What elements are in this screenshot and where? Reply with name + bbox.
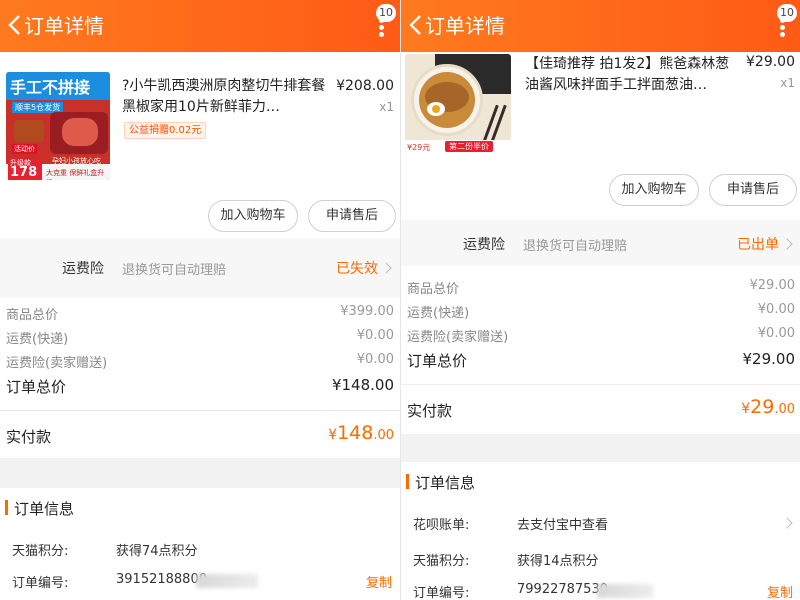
shipping-insurance-desc: 退换货可自动理赔 xyxy=(122,263,227,278)
apply-after-sale-button[interactable]: 申请售后 xyxy=(709,174,797,206)
header-bar: 订单详情 10 xyxy=(401,0,800,52)
chevron-right-icon[interactable] xyxy=(781,517,793,529)
apply-after-sale-button[interactable]: 申请售后 xyxy=(308,200,396,232)
product-thumbnail[interactable]: ¥29元 第二份半价 xyxy=(405,54,511,156)
copy-order-number-button[interactable]: 复制 xyxy=(366,572,392,591)
paid-amount-label: 实付款 xyxy=(407,402,453,420)
product-price: ¥208.00 xyxy=(336,78,394,94)
shipping-insurance-row[interactable]: 运费险 退换货可自动理赔 已失效 xyxy=(0,238,400,298)
header-bar: 订单详情 10 xyxy=(0,0,400,52)
add-to-cart-button[interactable]: 加入购物车 xyxy=(208,200,298,232)
thumb-sticker: 活动价 xyxy=(12,144,37,154)
add-to-cart-button[interactable]: 加入购物车 xyxy=(609,174,699,206)
order-number-value: 39152188800 xyxy=(116,572,207,587)
order-number-label: 订单编号: xyxy=(413,586,470,600)
product-thumbnail[interactable]: 手工不拼接 顺丰5仓发货 活动价 孕妇小孩放心吃 升级款 178 大克重 保鲜礼… xyxy=(6,72,110,180)
huabei-bill-label: 花呗账单: xyxy=(413,518,470,533)
message-count-badge: 10 xyxy=(376,4,396,22)
shipping-insurance-label: 运费险 xyxy=(463,237,505,253)
shipping-fee-row: 运费(快递) ¥0.00 xyxy=(407,302,795,321)
product-card: 手工不拼接 顺丰5仓发货 活动价 孕妇小孩放心吃 升级款 178 大克重 保鲜礼… xyxy=(0,52,400,238)
section-gap xyxy=(401,434,800,462)
redacted-blur xyxy=(597,584,653,598)
order-total-label: 订单总价 xyxy=(6,378,67,396)
price-summary: 商品总价 ¥29.00 运费(快递) ¥0.00 运费险(卖家赠送) ¥0.00… xyxy=(401,266,800,434)
tmall-points-value: 获得74点积分 xyxy=(116,544,198,559)
order-info-section: 订单信息 天猫积分: 获得74点积分 订单编号: 39152188800 复制 xyxy=(0,488,400,600)
insurance-fee-row: 运费险(卖家赠送) ¥0.00 xyxy=(6,352,394,371)
page-title: 订单详情 xyxy=(24,14,104,38)
copy-order-number-button[interactable]: 复制 xyxy=(767,582,793,600)
order-number-label: 订单编号: xyxy=(12,576,69,591)
product-card: ¥29元 第二份半价 【佳琦推荐 拍1发2】熊爸森林葱油酱风味拌面手工拌面葱油…… xyxy=(401,52,800,220)
insurance-fee-label: 运费险(卖家赠送) xyxy=(6,356,108,371)
huabei-bill-value[interactable]: 去支付宝中查看 xyxy=(517,514,608,533)
goods-total-value: ¥29.00 xyxy=(749,278,796,293)
product-name[interactable]: ?小牛凯西澳洲原肉整切牛排套餐黑椒家用10片新鲜菲力… xyxy=(122,76,326,118)
goods-total-label: 商品总价 xyxy=(407,282,460,297)
order-info-title: 订单信息 xyxy=(4,500,75,518)
goods-total-row: 商品总价 ¥399.00 xyxy=(6,304,394,323)
divider xyxy=(0,410,400,411)
chevron-right-icon xyxy=(781,238,793,250)
product-name[interactable]: 【佳琦推荐 拍1发2】熊爸森林葱油酱风味拌面手工拌面葱油… xyxy=(525,54,735,96)
thumb-deal-price: 178 xyxy=(10,165,38,180)
price-summary: 商品总价 ¥399.00 运费(快递) ¥0.00 运费险(卖家赠送) ¥0.0… xyxy=(0,298,400,458)
section-gap xyxy=(0,458,400,488)
shipping-insurance-desc: 退换货可自动理赔 xyxy=(523,239,628,254)
tmall-points-label: 天猫积分: xyxy=(12,544,69,559)
insurance-fee-value: ¥0.00 xyxy=(757,326,795,341)
product-price: ¥29.00 xyxy=(746,54,795,70)
goods-total-value: ¥399.00 xyxy=(340,304,394,319)
goods-total-label: 商品总价 xyxy=(6,308,59,323)
order-detail-screen-right: 订单详情 10 ¥29元 第二份半价 【佳琦推荐 拍1发2】熊爸森林葱油酱风味拌… xyxy=(401,0,800,600)
order-total-row: 订单总价 ¥29.00 xyxy=(407,350,795,371)
order-info-title: 订单信息 xyxy=(405,474,476,492)
shipping-fee-value: ¥0.00 xyxy=(356,328,394,343)
shipping-fee-row: 运费(快递) ¥0.00 xyxy=(6,328,394,347)
charity-tag: 公益捐赠0.02元 xyxy=(124,122,207,139)
thumb-price-tag: ¥29元 xyxy=(407,143,431,152)
order-total-label: 订单总价 xyxy=(407,352,468,370)
goods-total-row: 商品总价 ¥29.00 xyxy=(407,278,795,297)
order-total-row: 订单总价 ¥148.00 xyxy=(6,376,394,397)
paid-amount-value: ¥29.00 xyxy=(741,396,795,418)
paid-amount-label: 实付款 xyxy=(6,428,52,446)
insurance-fee-label: 运费险(卖家赠送) xyxy=(407,330,509,345)
order-total-value: ¥148.00 xyxy=(331,376,394,394)
chevron-right-icon xyxy=(380,262,392,274)
order-number-value: 79922787530 xyxy=(517,582,608,597)
product-quantity: x1 xyxy=(780,76,795,90)
thumb-banner: 手工不拼接 xyxy=(10,78,91,97)
tmall-points-value: 获得14点积分 xyxy=(517,554,599,569)
shipping-insurance-row[interactable]: 运费险 退换货可自动理赔 已出单 xyxy=(401,220,800,266)
page-title: 订单详情 xyxy=(425,14,505,38)
shipping-fee-value: ¥0.00 xyxy=(757,302,795,317)
insurance-fee-value: ¥0.00 xyxy=(356,352,394,367)
order-detail-screen-left: 订单详情 10 手工不拼接 顺丰5仓发货 活动价 孕妇小孩放心吃 升级款 178… xyxy=(0,0,400,600)
order-total-value: ¥29.00 xyxy=(742,350,796,368)
product-quantity: x1 xyxy=(379,100,394,114)
insurance-fee-row: 运费险(卖家赠送) ¥0.00 xyxy=(407,326,795,345)
order-info-section: 订单信息 花呗账单: 去支付宝中查看 天猫积分: 获得14点积分 订单编号: 7… xyxy=(401,462,800,600)
thumb-promo-2: 大克重 保鲜礼盒升级 xyxy=(46,169,105,180)
paid-amount-value: ¥148.00 xyxy=(328,422,394,444)
shipping-fee-label: 运费(快递) xyxy=(407,306,470,321)
shipping-insurance-status: 已出单 xyxy=(737,237,779,253)
shipping-insurance-label: 运费险 xyxy=(62,261,104,277)
thumb-promo: 第二份半价 xyxy=(445,141,493,152)
shipping-insurance-status: 已失效 xyxy=(336,261,378,277)
redacted-blur xyxy=(196,574,258,588)
message-count-badge: 10 xyxy=(777,4,797,22)
divider xyxy=(401,384,800,385)
shipping-fee-label: 运费(快递) xyxy=(6,332,69,347)
tmall-points-label: 天猫积分: xyxy=(413,554,470,569)
